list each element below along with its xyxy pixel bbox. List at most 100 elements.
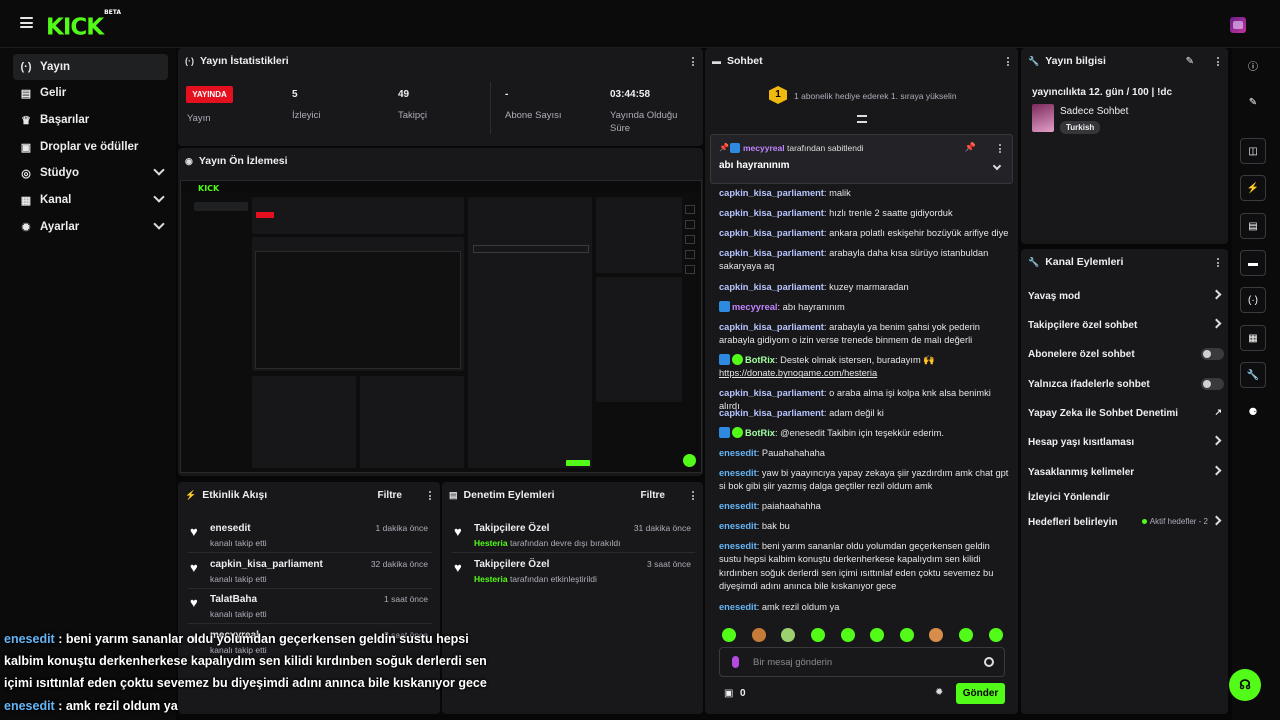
more-options-icon[interactable] xyxy=(429,491,432,500)
chat-text: @enesedit Takibin için teşekkür ederim. xyxy=(780,428,944,438)
broadcast-icon: (·) xyxy=(20,61,32,73)
chat-username[interactable]: BotRix xyxy=(745,428,775,438)
stream-preview-video[interactable]: KICK xyxy=(180,180,702,473)
kick-logo[interactable]: KICKBETA xyxy=(46,9,121,41)
sidebar-item-basarilar[interactable]: ♛ Başarılar xyxy=(13,107,168,133)
chevron-down-icon xyxy=(153,164,165,176)
sidebar-item-kanal[interactable]: ▦ Kanal xyxy=(13,187,168,213)
category-name[interactable]: Sadece Sohbet xyxy=(1060,106,1128,117)
chat-username[interactable]: enesedit xyxy=(719,541,757,551)
panel-title: Kanal Eylemleri xyxy=(1045,256,1124,268)
chat-username[interactable]: capkin_kisa_parliament xyxy=(719,208,824,218)
slow-mode-action[interactable]: Yavaş mod xyxy=(1028,286,1224,306)
chat-message: enesedit: amk rezil oldum ya xyxy=(719,602,840,612)
chat-icon[interactable]: ▬ xyxy=(1240,250,1266,276)
chat-username[interactable]: enesedit xyxy=(719,468,757,478)
sidebar-item-yayin[interactable]: (·) Yayın xyxy=(13,54,168,80)
microphone-icon[interactable] xyxy=(732,656,739,668)
points-icon[interactable]: ▣ xyxy=(724,688,733,699)
emote-button[interactable] xyxy=(900,628,914,642)
emotes-only-toggle[interactable] xyxy=(1201,378,1224,390)
document-icon[interactable]: ▤ xyxy=(1240,213,1266,239)
chat-username[interactable]: BotRix xyxy=(745,355,775,365)
emote-button[interactable] xyxy=(811,628,825,642)
wrench-icon[interactable]: 🔧 xyxy=(1240,362,1266,388)
sidebar-item-studyo[interactable]: ◎ Stüdyo xyxy=(13,160,168,186)
sidebar-item-gelir[interactable]: ▤ Gelir xyxy=(13,80,168,106)
emote-button[interactable] xyxy=(722,628,736,642)
subscribers-only-toggle[interactable] xyxy=(1201,348,1224,360)
gift-icon: ▣ xyxy=(20,141,32,154)
chat-username[interactable]: capkin_kisa_parliament xyxy=(719,248,824,258)
chat-username[interactable]: enesedit xyxy=(719,602,757,612)
account-age-action[interactable]: Hesap yaşı kısıtlaması xyxy=(1028,432,1224,452)
chat-username[interactable]: capkin_kisa_parliament xyxy=(719,388,824,398)
emote-button[interactable] xyxy=(870,628,884,642)
emoji-icon[interactable] xyxy=(984,657,994,667)
chat-username[interactable]: capkin_kisa_parliament xyxy=(719,282,824,292)
panel-title: Yayın İstatistikleri xyxy=(200,55,289,67)
chat-message: capkin_kisa_parliament: hızlı trenle 2 s… xyxy=(719,208,953,218)
more-options-icon[interactable] xyxy=(692,491,695,500)
chat-message: enesedit: bak bu xyxy=(719,521,790,531)
edit-icon[interactable]: ✎ xyxy=(1240,89,1266,115)
chat-username[interactable]: enesedit xyxy=(719,448,757,458)
emote-button[interactable] xyxy=(752,628,766,642)
stream-title: yayıncılıkta 12. gün / 100 | !dc xyxy=(1032,87,1173,98)
category-thumbnail[interactable] xyxy=(1032,104,1054,132)
subscribers-only-action[interactable]: Abonelere özel sohbet xyxy=(1028,344,1224,364)
stats-icon[interactable]: ▦ xyxy=(1240,325,1266,351)
more-options-icon[interactable] xyxy=(1217,258,1220,267)
activity-filter-button[interactable]: Filtre xyxy=(378,490,402,501)
chat-username[interactable]: capkin_kisa_parliament xyxy=(719,188,824,198)
edit-icon[interactable]: ✎ xyxy=(1186,56,1194,67)
ai-moderation-action[interactable]: Yapay Zeka ile Sohbet Denetimi ↗ xyxy=(1028,403,1224,423)
chat-username[interactable]: capkin_kisa_parliament xyxy=(719,322,824,332)
chevron-down-icon[interactable] xyxy=(992,161,1002,171)
broadcast-icon[interactable]: (·) xyxy=(1240,287,1266,313)
goals-action[interactable]: Hedefleri belirleyin Aktif hedefler - 2 xyxy=(1028,512,1224,532)
emote-button[interactable] xyxy=(959,628,973,642)
collapse-icon[interactable] xyxy=(857,115,867,123)
tag-badge[interactable]: Turkish xyxy=(1060,121,1101,134)
chat-username[interactable]: enesedit xyxy=(719,521,757,531)
more-options-icon[interactable] xyxy=(692,57,695,66)
more-options-icon[interactable] xyxy=(1007,57,1010,66)
user-avatar[interactable] xyxy=(1230,17,1246,33)
viewers-value: 5 xyxy=(292,89,298,100)
emote-button[interactable] xyxy=(929,628,943,642)
chat-username[interactable]: enesedit xyxy=(719,501,757,511)
channel-icon: ▦ xyxy=(20,194,32,207)
viewer-redirect-action[interactable]: İzleyici Yönlendir xyxy=(1028,487,1224,507)
chat-input[interactable]: Bir mesaj gönderin xyxy=(719,647,1005,677)
moderation-filter-button[interactable]: Filtre xyxy=(641,490,665,501)
emote-button[interactable] xyxy=(781,628,795,642)
more-options-icon[interactable] xyxy=(1217,57,1220,66)
info-icon[interactable]: ⓘ xyxy=(1240,52,1266,78)
support-button[interactable]: ☊ xyxy=(1229,669,1261,701)
chat-username[interactable]: mecyyreal xyxy=(732,302,778,312)
panel-title: Sohbet xyxy=(727,55,763,67)
chat-link[interactable]: https://donate.bynogame.com/hesteria xyxy=(719,368,877,378)
layout-icon[interactable]: ⚈ xyxy=(1240,399,1266,425)
stream-stats-panel: (·) Yayın İstatistikleri YAYINDA Yayın 5 … xyxy=(178,48,703,146)
chat-username[interactable]: capkin_kisa_parliament xyxy=(719,228,824,238)
menu-icon[interactable] xyxy=(20,17,33,28)
emotes-only-action[interactable]: Yalnızca ifadelerle sohbet xyxy=(1028,374,1224,394)
status-dot xyxy=(1141,519,1147,524)
sidebar-item-droplar[interactable]: ▣ Droplar ve ödüller xyxy=(13,134,168,160)
heart-icon: ♥ xyxy=(190,595,198,610)
chat-settings-icon[interactable]: ✹ xyxy=(935,687,943,698)
emote-button[interactable] xyxy=(841,628,855,642)
pinned-message[interactable]: 📌 mecyyreal tarafından sabitlendi abı ha… xyxy=(710,134,1013,184)
send-button[interactable]: Gönder xyxy=(956,683,1005,704)
camera-icon[interactable]: ◫ xyxy=(1240,138,1266,164)
more-options-icon[interactable] xyxy=(999,144,1002,153)
banned-words-action[interactable]: Yasaklanmış kelimeler xyxy=(1028,462,1224,482)
emote-button[interactable] xyxy=(989,628,1003,642)
bolt-icon[interactable]: ⚡ xyxy=(1240,175,1266,201)
pin-icon[interactable]: 📌 xyxy=(965,142,976,153)
sidebar-item-ayarlar[interactable]: ✹ Ayarlar xyxy=(13,214,168,240)
chat-username[interactable]: capkin_kisa_parliament xyxy=(719,408,824,418)
followers-only-action[interactable]: Takipçilere özel sohbet xyxy=(1028,315,1224,335)
